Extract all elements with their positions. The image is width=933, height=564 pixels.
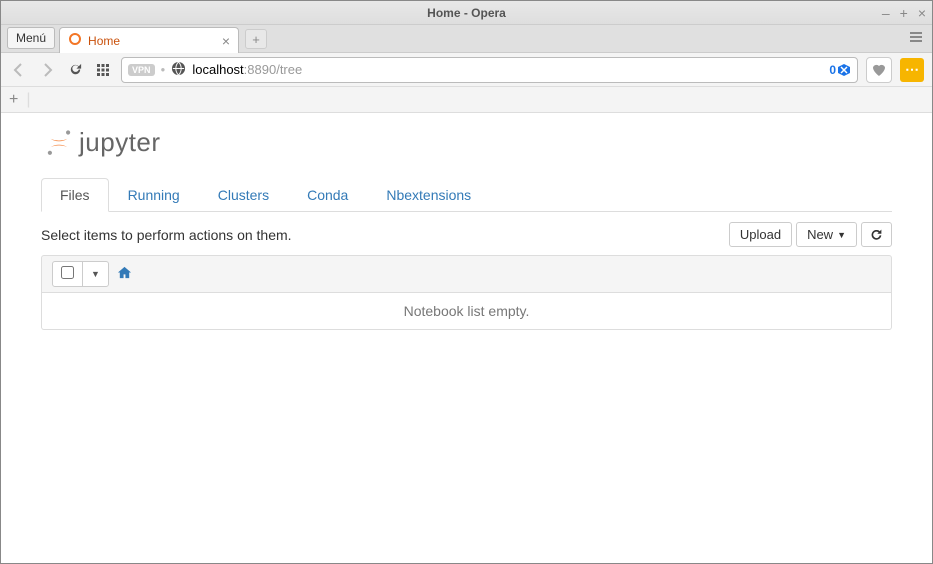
hint-text: Select items to perform actions on them.: [41, 227, 292, 243]
address-text: localhost:8890/tree: [192, 62, 302, 77]
minimize-icon[interactable]: –: [882, 5, 890, 21]
select-dropdown-icon[interactable]: ▼: [83, 265, 108, 283]
add-bookmark-icon[interactable]: +: [9, 91, 18, 109]
browser-tab-title: Home: [88, 34, 120, 48]
opera-window: Home - Opera – + × Menú Home × +: [0, 0, 933, 564]
tab-running[interactable]: Running: [109, 178, 199, 212]
select-all-checkbox[interactable]: [53, 262, 83, 286]
address-rest: :8890/tree: [244, 62, 303, 77]
upload-button[interactable]: Upload: [729, 222, 792, 247]
reload-icon[interactable]: [65, 60, 85, 80]
jupyter-logo-text: jupyter: [79, 127, 161, 158]
vpn-badge[interactable]: VPN: [128, 64, 155, 76]
jupyter-logo[interactable]: jupyter: [45, 127, 892, 158]
new-tab-button[interactable]: +: [245, 29, 267, 49]
vpn-dot-icon: ●: [161, 65, 166, 74]
window-title: Home - Opera: [427, 6, 506, 20]
forward-icon[interactable]: [37, 60, 57, 80]
page-content: jupyter Files Running Clusters Conda Nbe…: [1, 113, 932, 563]
jupyter-logo-icon: [45, 129, 73, 157]
refresh-button[interactable]: [861, 222, 892, 247]
site-info-icon[interactable]: [171, 61, 186, 79]
adblock-badge[interactable]: 0: [829, 63, 851, 77]
tab-conda[interactable]: Conda: [288, 178, 367, 212]
tab-files[interactable]: Files: [41, 178, 109, 212]
adblock-count: 0: [829, 63, 836, 77]
back-icon[interactable]: [9, 60, 29, 80]
extensions-icon[interactable]: ⋯: [900, 58, 924, 82]
file-list: Notebook list empty.: [41, 293, 892, 330]
new-button[interactable]: New ▼: [796, 222, 857, 247]
sidebar-toggle-icon[interactable]: [908, 29, 924, 48]
address-host: localhost: [192, 62, 243, 77]
tab-close-icon[interactable]: ×: [222, 33, 230, 49]
jupyter-favicon-icon: [68, 32, 82, 49]
browser-tab-home[interactable]: Home ×: [59, 27, 239, 53]
browser-navbar: VPN ● localhost:8890/tree 0 ⋯: [1, 53, 932, 87]
jupyter-tabs: Files Running Clusters Conda Nbextension…: [41, 178, 892, 212]
window-controls: – + ×: [882, 1, 926, 24]
browser-tabstrip: Menú Home × +: [1, 25, 932, 53]
address-bar[interactable]: VPN ● localhost:8890/tree 0: [121, 57, 858, 83]
window-titlebar: Home - Opera – + ×: [1, 1, 932, 25]
select-all-control[interactable]: ▼: [52, 261, 109, 287]
file-list-header: ▼: [41, 255, 892, 293]
tab-nbextensions[interactable]: Nbextensions: [367, 178, 490, 212]
opera-menu-button[interactable]: Menú: [7, 27, 55, 49]
breadcrumb-home-icon[interactable]: [117, 265, 132, 283]
address-right: 0: [829, 63, 851, 77]
new-button-label: New: [807, 227, 833, 242]
bookmarks-bar: + |: [1, 87, 932, 113]
speed-dial-icon[interactable]: [93, 60, 113, 80]
bookmark-heart-icon[interactable]: [866, 57, 892, 83]
empty-message: Notebook list empty.: [42, 293, 891, 329]
refresh-icon: [870, 228, 883, 241]
maximize-icon[interactable]: +: [900, 5, 908, 21]
close-icon[interactable]: ×: [918, 5, 926, 21]
actions-row: Select items to perform actions on them.…: [41, 222, 892, 247]
tab-clusters[interactable]: Clusters: [199, 178, 288, 212]
caret-down-icon: ▼: [837, 230, 846, 240]
